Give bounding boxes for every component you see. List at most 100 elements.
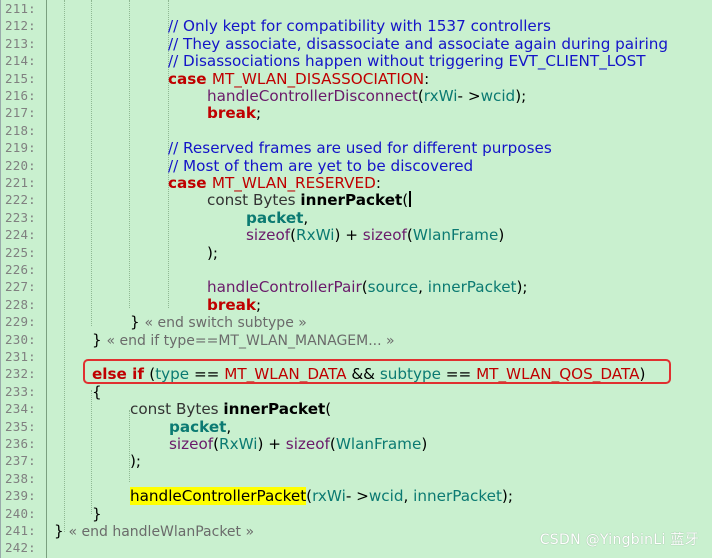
code-line: 216: handleControllerDisconnect(rxWi- >wc… [1, 87, 712, 105]
code-text: break; [207, 104, 261, 122]
code-text: handleControllerPair(source, innerPacket… [207, 278, 528, 296]
line-number: 234: [5, 401, 36, 417]
code-token: sizeof [246, 226, 291, 245]
code-token: RxWi [296, 226, 335, 245]
code-editor[interactable]: 211: 212: // Only kept for compatibility w… [0, 0, 712, 558]
code-line: 221: case MT_WLAN_RESERVED: [1, 174, 712, 192]
line-number: 222: [5, 192, 36, 208]
line-number: 211: [5, 1, 36, 16]
code-token: innerPacket [223, 400, 326, 419]
code-token: } [92, 504, 102, 523]
code-token: } [130, 313, 145, 332]
line-number: 226: [5, 262, 36, 277]
code-token: handleControllerDisconnect [207, 87, 418, 105]
line-number: 229: [5, 314, 36, 330]
code-token: innerPacket [300, 191, 403, 210]
line-number: 227: [5, 279, 36, 295]
code-token: wcid [368, 487, 404, 506]
line-number: 215: [5, 70, 36, 86]
code-token: source [367, 278, 419, 297]
code-text: } « end switch subtype » [130, 313, 307, 332]
code-text: } [92, 505, 102, 523]
code-text: break; [207, 296, 261, 314]
code-line: 235: packet, [1, 418, 712, 436]
code-token: wcid [480, 87, 516, 105]
code-token: ) [421, 435, 428, 453]
line-number: 238: [5, 470, 36, 486]
code-line: 226: [1, 261, 712, 279]
code-token: packet [169, 417, 227, 436]
code-line: 228: break; [1, 296, 712, 314]
line-number: 213: [5, 35, 36, 51]
line-number: 224: [5, 227, 36, 243]
code-token: : [375, 174, 381, 192]
code-line: 233: { [1, 383, 712, 401]
code-token: WlanFrame [412, 226, 499, 245]
line-number: 236: [5, 436, 36, 451]
code-token: // Most of them are yet to be discovered [168, 156, 474, 175]
code-line: 225:); [1, 244, 712, 262]
code-token: : [424, 69, 430, 88]
code-line: 224: sizeof(RxWi) + sizeof(WlanFrame) [1, 226, 712, 244]
line-number: 235: [5, 418, 36, 434]
fold-comment[interactable]: « end handleWlanPacket » [69, 524, 255, 540]
line-number: 217: [5, 105, 36, 121]
code-line: 227: handleControllerPair(source, innerPa… [1, 278, 712, 296]
code-text: handleControllerPacket(rxWi- >wcid, inne… [130, 487, 513, 506]
fold-comment[interactable]: « end switch subtype » [145, 315, 307, 331]
fold-comment[interactable]: « end if type==MT_WLAN_MANAGEM... » [107, 333, 395, 349]
code-text: packet, [246, 209, 308, 227]
code-token: ); [207, 243, 219, 262]
line-number: 239: [5, 488, 36, 504]
code-token: ) [498, 226, 505, 245]
code-line: 213: // They associate, disassociate and … [1, 35, 712, 53]
code-token: break [207, 295, 257, 314]
code-text: } « end handleWlanPacket » [54, 522, 254, 541]
code-line: 229:} « end switch subtype » [1, 313, 712, 331]
line-number: 233: [5, 383, 36, 399]
code-token: WlanFrame [335, 435, 422, 453]
code-token: RxWi [219, 435, 258, 453]
code-line: 214: // Disassociations happen without tr… [1, 52, 712, 70]
code-token: ); [130, 452, 142, 471]
code-token: innerPacket [413, 487, 502, 506]
line-number: 237: [5, 453, 36, 469]
code-line: 217: break; [1, 104, 712, 122]
code-line: 238: [1, 470, 712, 488]
code-token: sizeof [169, 435, 214, 453]
code-token: // Only kept for compatibility with 1537… [168, 17, 551, 36]
code-token: sizeof [362, 226, 407, 245]
line-number: 231: [5, 349, 36, 364]
code-token: innerPacket [427, 278, 517, 297]
code-text: sizeof(RxWi) + sizeof(WlanFrame) [169, 435, 427, 453]
code-line: 240:} [1, 505, 712, 523]
code-line: 220: // Most of them are yet to be discov… [1, 157, 712, 175]
code-line: 219: // Reserved frames are used for diff… [1, 139, 712, 157]
code-token: ); [516, 278, 528, 297]
line-number: 219: [5, 140, 36, 156]
code-line: 239: handleControllerPacket(rxWi- >wcid, … [1, 487, 712, 506]
code-text: { [92, 383, 102, 401]
highlight-box [83, 359, 671, 384]
code-token: // Disassociations happen without trigge… [168, 52, 646, 71]
code-text: ); [207, 244, 218, 262]
code-token: rxWi [312, 487, 346, 506]
line-number: 212: [5, 18, 36, 34]
code-text: case MT_WLAN_DISASSOCIATION: [168, 70, 429, 88]
code-text: packet, [169, 418, 231, 436]
code-token: sizeof [285, 435, 330, 453]
code-token: const Bytes [130, 400, 224, 419]
code-token: handleControllerPacket [130, 487, 307, 506]
code-text: const Bytes innerPacket( [207, 191, 412, 210]
code-token: ( [402, 191, 409, 210]
code-token: MT_WLAN_RESERVED [211, 174, 376, 192]
code-line: 223: packet, [1, 209, 712, 227]
code-token: - > [345, 487, 369, 506]
code-text: // They associate, disassociate and asso… [168, 35, 668, 53]
code-token: , [303, 208, 309, 227]
code-token: } [54, 522, 69, 540]
code-token: , [403, 487, 414, 506]
line-number: 242: [5, 540, 36, 556]
code-line: 211: [1, 0, 712, 18]
code-line: 218: [1, 122, 712, 140]
